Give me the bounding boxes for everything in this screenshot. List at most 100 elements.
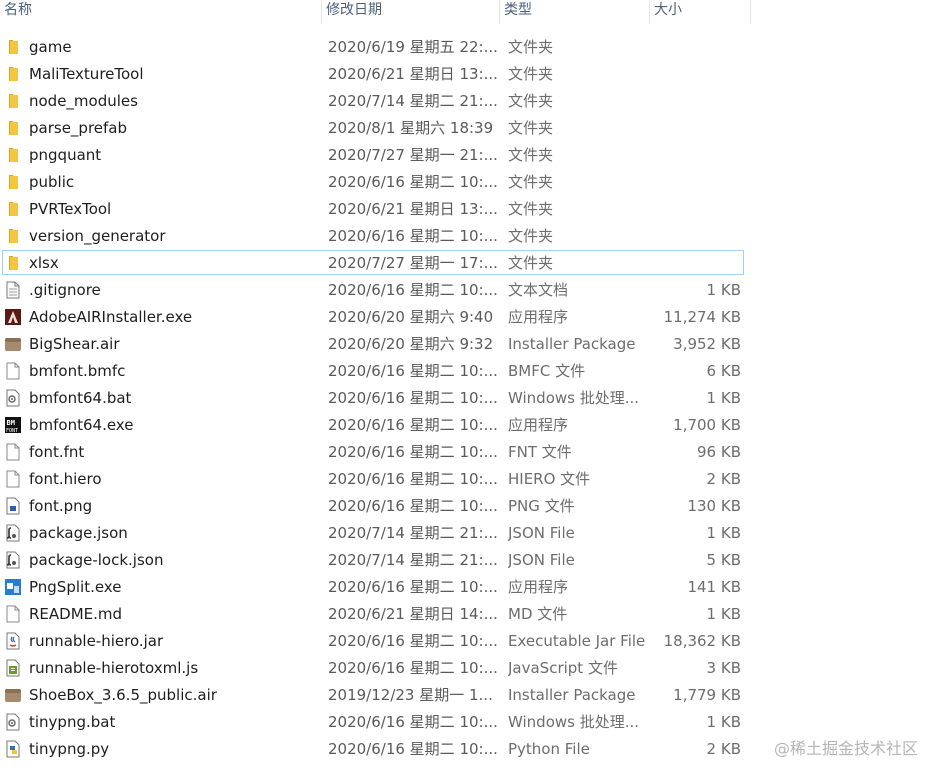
file-row[interactable]: PngSplit.exe 2020/6/16 星期二 10:... 应用程序 141 … (0, 574, 760, 601)
file-type: HIERO 文件 (508, 470, 591, 488)
file-name: node_modules (29, 92, 138, 110)
column-header-size[interactable]: 大小 (650, 0, 751, 24)
file-row[interactable]: BM FONT bmfont64.exe 2020/6/16 星期二 10:... 应用… (0, 412, 760, 439)
file-type: Installer Package (508, 335, 636, 353)
file-date: 2020/6/21 星期日 13:... (328, 65, 498, 83)
svg-text:FONT: FONT (6, 428, 18, 434)
file-date: 2020/6/19 星期五 22:... (328, 38, 498, 56)
file-row[interactable]: runnable-hiero.jar 2020/6/16 星期二 10:... Ex… (0, 628, 760, 655)
file-row[interactable]: tinypng.py 2020/6/16 星期二 10:... Python Fil… (0, 736, 760, 763)
text-file-icon (4, 281, 22, 299)
file-date: 2020/6/16 星期二 10:... (328, 389, 498, 407)
file-type: 文件夹 (508, 119, 554, 137)
file-row[interactable]: font.png 2020/6/16 星期二 10:... PNG 文件 130 KB (0, 493, 760, 520)
file-date: 2020/6/16 星期二 10:... (328, 416, 498, 434)
file-row[interactable]: game 2020/6/19 星期五 22:... 文件夹 (0, 34, 760, 61)
file-explorer: 名称 修改日期 类型 大小 game 2020/6/19 星期五 22:... 文件… (0, 0, 940, 779)
file-date: 2020/6/16 星期二 10:... (328, 443, 498, 461)
file-date: 2020/6/16 星期二 10:... (328, 740, 498, 758)
file-row[interactable]: public 2020/6/16 星期二 10:... 文件夹 (0, 169, 760, 196)
folder-icon (4, 92, 22, 110)
file-name: public (29, 173, 75, 191)
file-size: 130 KB (687, 497, 741, 515)
file-type: 文件夹 (508, 92, 554, 110)
svg-text:BM: BM (7, 419, 15, 427)
file-row[interactable]: README.md 2020/6/21 星期日 14:... MD 文件 1 KB (0, 601, 760, 628)
file-row[interactable]: AdobeAIRInstaller.exe 2020/6/20 星期六 9:40 应… (0, 304, 760, 331)
file-size: 6 KB (706, 362, 741, 380)
column-header-date[interactable]: 修改日期 (322, 0, 500, 24)
blank-file-icon (4, 470, 22, 488)
file-name: bmfont.bmfc (29, 362, 126, 380)
file-size: 141 KB (687, 578, 741, 596)
file-size: 18,362 KB (663, 632, 741, 650)
file-row[interactable]: runnable-hierotoxml.js 2020/6/16 星期二 10:.… (0, 655, 760, 682)
file-list: game 2020/6/19 星期五 22:... 文件夹 MaliTextureTo… (0, 34, 760, 763)
file-type: 文件夹 (508, 38, 554, 56)
file-name: ShoeBox_3.6.5_public.air (29, 686, 217, 704)
file-date: 2020/6/16 星期二 10:... (328, 713, 498, 731)
file-size: 1 KB (706, 281, 741, 299)
file-type: PNG 文件 (508, 497, 575, 515)
file-type: 应用程序 (508, 416, 569, 434)
file-name: package-lock.json (29, 551, 164, 569)
file-name: xlsx (29, 254, 59, 272)
file-row[interactable]: ShoeBox_3.6.5_public.air 2019/12/23 星期一 1… (0, 682, 760, 709)
file-name: game (29, 38, 72, 56)
file-size: 5 KB (706, 551, 741, 569)
file-type: MD 文件 (508, 605, 568, 623)
file-type: Installer Package (508, 686, 636, 704)
file-size: 1 KB (706, 524, 741, 542)
file-row[interactable]: tinypng.bat 2020/6/16 星期二 10:... Windows 批… (0, 709, 760, 736)
file-type: FNT 文件 (508, 443, 572, 461)
file-name: tinypng.bat (29, 713, 116, 731)
file-row[interactable]: pngquant 2020/7/27 星期一 21:... 文件夹 (0, 142, 760, 169)
file-type: JSON File (508, 524, 575, 542)
bmfont-app-icon: BM FONT (4, 416, 22, 434)
folder-icon (4, 65, 22, 83)
file-date: 2020/6/16 星期二 10:... (328, 173, 498, 191)
watermark: @稀土掘金技术社区 (773, 739, 918, 758)
file-type: BMFC 文件 (508, 362, 586, 380)
file-row[interactable]: .gitignore 2020/6/16 星期二 10:... 文本文档 1 KB (0, 277, 760, 304)
file-date: 2020/6/16 星期二 10:... (328, 281, 498, 299)
file-row[interactable]: xlsx 2020/7/27 星期一 17:... 文件夹 (0, 250, 760, 277)
file-date: 2020/7/27 星期一 21:... (328, 146, 498, 164)
column-header-name[interactable]: 名称 (0, 0, 322, 24)
file-row[interactable]: package-lock.json 2020/7/14 星期二 21:... JSO… (0, 547, 760, 574)
file-type: Windows 批处理... (508, 389, 640, 407)
file-type: JSON File (508, 551, 575, 569)
file-row[interactable]: BigShear.air 2020/6/20 星期六 9:32 Installer … (0, 331, 760, 358)
folder-icon (4, 146, 22, 164)
file-date: 2020/8/1 星期六 18:39 (328, 119, 494, 137)
file-date: 2020/6/16 星期二 10:... (328, 659, 498, 677)
file-row[interactable]: parse_prefab 2020/8/1 星期六 18:39 文件夹 (0, 115, 760, 142)
file-row[interactable]: font.fnt 2020/6/16 星期二 10:... FNT 文件 96 KB (0, 439, 760, 466)
file-row[interactable]: MaliTextureTool 2020/6/21 星期日 13:... 文件夹 (0, 61, 760, 88)
file-name: AdobeAIRInstaller.exe (29, 308, 193, 326)
file-row[interactable]: version_generator 2020/6/16 星期二 10:... 文件夹 (0, 223, 760, 250)
file-row[interactable]: font.hiero 2020/6/16 星期二 10:... HIERO 文件 2 … (0, 466, 760, 493)
file-row[interactable]: bmfont64.bat 2020/6/16 星期二 10:... Windows … (0, 385, 760, 412)
file-date: 2020/7/14 星期二 21:... (328, 524, 498, 542)
file-date: 2020/6/21 星期日 13:... (328, 200, 498, 218)
json-file-icon (4, 524, 22, 542)
file-row[interactable]: PVRTexTool 2020/6/21 星期日 13:... 文件夹 (0, 196, 760, 223)
folder-icon (4, 119, 22, 137)
file-row[interactable]: node_modules 2020/7/14 星期二 21:... 文件夹 (0, 88, 760, 115)
file-row[interactable]: package.json 2020/7/14 星期二 21:... JSON Fil… (0, 520, 760, 547)
file-size: 1 KB (706, 713, 741, 731)
java-jar-icon (4, 632, 22, 650)
file-type: 文件夹 (508, 200, 554, 218)
column-header-type[interactable]: 类型 (500, 0, 650, 24)
file-name: parse_prefab (29, 119, 128, 137)
file-name: PngSplit.exe (29, 578, 122, 596)
file-type: Python File (508, 740, 590, 758)
file-row[interactable]: bmfont.bmfc 2020/6/16 星期二 10:... BMFC 文件 6 … (0, 358, 760, 385)
file-size: 1,700 KB (673, 416, 741, 434)
app-window-icon (4, 578, 22, 596)
file-date: 2020/6/16 星期二 10:... (328, 497, 498, 515)
file-size: 3,952 KB (673, 335, 741, 353)
batch-file-icon (4, 389, 22, 407)
file-name: font.hiero (29, 470, 102, 488)
